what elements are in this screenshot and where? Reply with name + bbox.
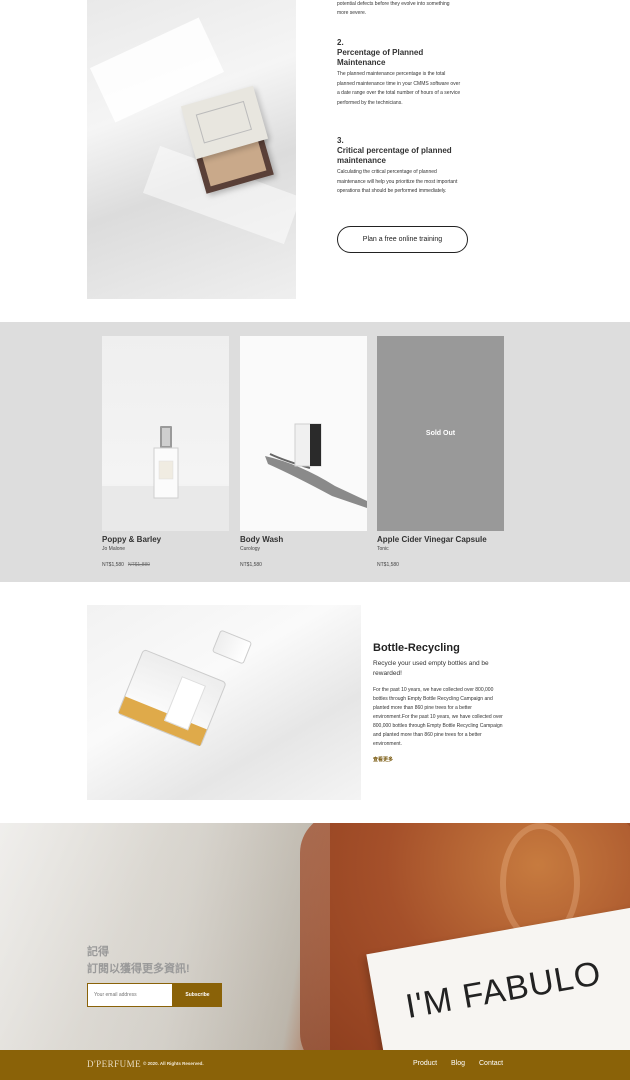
- product-price: NT$1,580: [240, 561, 367, 569]
- current-price: NT$1,580: [102, 562, 124, 568]
- email-input[interactable]: [87, 983, 173, 1007]
- recycling-section: Bottle-Recycling Recycle your used empty…: [0, 582, 630, 823]
- maintenance-section: potential defects before they evolve int…: [0, 0, 630, 322]
- step-3-number: 3.: [337, 136, 344, 145]
- step-2-number: 2.: [337, 38, 344, 47]
- product-price: NT$1,580 NT$1,880: [102, 561, 229, 569]
- subscribe-title-line1: 記得: [87, 946, 109, 958]
- product-name[interactable]: Poppy & Barley: [102, 535, 229, 545]
- step-1-desc-tail: potential defects before they evolve int…: [337, 1, 450, 16]
- footer-nav-contact[interactable]: Contact: [479, 1060, 503, 1067]
- copyright-text: © 2020. All Rights Reserved.: [143, 1061, 204, 1066]
- step-2-desc: The planned maintenance percentage is th…: [337, 71, 461, 106]
- step-3: 3. Critical percentage of planned mainte…: [337, 136, 462, 197]
- recycling-body: For the past 10 years, we have collected…: [373, 687, 503, 747]
- product-price: NT$1,580: [377, 561, 504, 569]
- current-price: NT$1,580: [377, 562, 399, 568]
- subscribe-section: I'M FABULO 記得 訂閱以獲得更多資訊! Subscribe: [0, 823, 630, 1050]
- product-image[interactable]: [102, 336, 229, 531]
- recycling-title: Bottle-Recycling: [373, 642, 460, 654]
- sold-out-overlay: Sold Out: [377, 336, 504, 531]
- product-list: Poppy & Barley Jo Malone NT$1,580 NT$1,88…: [0, 322, 630, 582]
- subscribe-title-line2: 訂閱以獲得更多資訊!: [87, 963, 190, 975]
- footer-nav-blog[interactable]: Blog: [451, 1060, 465, 1067]
- product-card[interactable]: Sold Out Apple Cider Vinegar Capsule Ton…: [377, 336, 504, 569]
- product-name[interactable]: Body Wash: [240, 535, 367, 545]
- hero-card-text: I'M FABULO: [402, 954, 605, 1026]
- read-more-link[interactable]: 查看更多: [373, 756, 393, 763]
- plan-training-button[interactable]: Plan a free online training: [337, 226, 468, 253]
- step-2: 2. Percentage of Planned Maintenance The…: [337, 38, 462, 108]
- original-price: NT$1,880: [127, 562, 150, 568]
- step-2-title: Percentage of Planned Maintenance: [337, 48, 424, 67]
- product-brand: Tonic: [377, 546, 389, 552]
- product-brand: Curology: [240, 546, 261, 552]
- product-image[interactable]: Sold Out: [377, 336, 504, 531]
- product-image[interactable]: [240, 336, 367, 531]
- maintenance-steps: potential defects before they evolve int…: [337, 0, 462, 194]
- product-name[interactable]: Apple Cider Vinegar Capsule: [377, 535, 504, 545]
- recycling-subtitle: Recycle your used empty bottles and be r…: [373, 660, 489, 677]
- brand-logo[interactable]: D'PERFUME: [87, 1059, 141, 1069]
- product-brand: Jo Malone: [102, 546, 126, 552]
- soap-product-photo: [87, 0, 296, 299]
- footer: D'PERFUME © 2020. All Rights Reserved. P…: [0, 1050, 630, 1080]
- product-card[interactable]: Poppy & Barley Jo Malone NT$1,580 NT$1,88…: [102, 336, 229, 569]
- perfume-bottle-photo: [87, 605, 361, 800]
- step-3-title: Critical percentage of planned maintenan…: [337, 146, 452, 165]
- footer-nav-product[interactable]: Product: [413, 1060, 437, 1067]
- product-card[interactable]: Body Wash Curology NT$1,580: [240, 336, 367, 569]
- subscribe-button[interactable]: Subscribe: [173, 983, 222, 1007]
- current-price: NT$1,580: [240, 562, 262, 568]
- step-3-desc: Calculating the critical percentage of p…: [337, 169, 458, 194]
- subscribe-form: Subscribe: [87, 983, 222, 1007]
